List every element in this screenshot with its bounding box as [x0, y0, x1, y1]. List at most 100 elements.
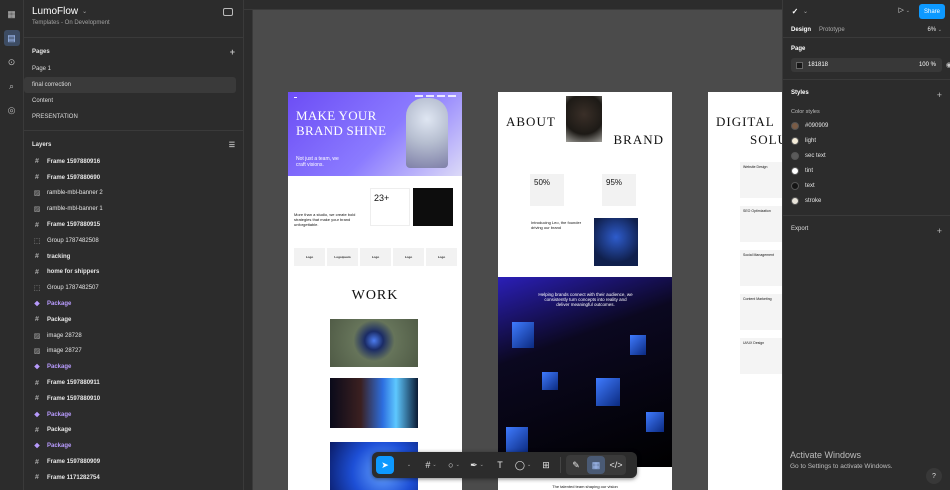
layer-row[interactable]: # Package	[24, 312, 243, 328]
frame-digital[interactable]: DIGITAL SOLU Website Design SEO Optimizat…	[708, 92, 782, 490]
plugins-icon[interactable]: ◎	[4, 102, 20, 118]
layer-row[interactable]: # Frame 1597880911	[24, 375, 243, 391]
layer-row[interactable]: ▨ ramble-mbl-banner 1	[24, 201, 243, 217]
zoom-level[interactable]: 6% ⌄	[927, 27, 942, 33]
add-export-icon[interactable]: +	[937, 226, 942, 236]
layer-row[interactable]: # home for shippers	[24, 265, 243, 281]
project-switcher[interactable]: LumoFlow ⌄	[32, 6, 235, 17]
tab-design[interactable]: Design	[791, 27, 811, 33]
team-tile	[506, 427, 528, 453]
layer-row[interactable]: ▨ image 28728	[24, 328, 243, 344]
about-title: ABOUT	[506, 114, 556, 129]
layer-row[interactable]: ❖ Package	[24, 407, 243, 423]
layer-row[interactable]: ▨Mask group	[24, 486, 243, 490]
layer-row[interactable]: # Package	[24, 423, 243, 439]
help-icon[interactable]: ?	[926, 468, 942, 484]
frame-about[interactable]: ABOUT BRAND 50% 95% Introducing Leo, the…	[498, 92, 672, 490]
page-color-hex: 181818	[808, 62, 829, 68]
watermark-subtitle: Go to Settings to activate Windows.	[790, 463, 893, 470]
layer-row[interactable]: # Frame 1597880916	[24, 154, 243, 170]
layer-row[interactable]: # tracking	[24, 249, 243, 265]
page-item[interactable]: PRESENTATION	[24, 109, 236, 125]
layer-row[interactable]: ❖ Package	[24, 438, 243, 454]
layer-row[interactable]: # Frame 1597880690	[24, 170, 243, 186]
pen-tool-icon[interactable]: ✒ ⌄	[468, 456, 486, 474]
page-item[interactable]: final correction	[24, 77, 236, 93]
shape-tool-icon[interactable]: ○ ⌄	[445, 456, 463, 474]
pages-header: Pages +	[24, 43, 243, 61]
stat-card: 23+	[370, 188, 410, 226]
layer-row[interactable]: ⬚ Group 1787482507	[24, 280, 243, 296]
color-style-item[interactable]: #090909	[783, 118, 950, 133]
draw-mode-icon[interactable]: ✎	[567, 456, 585, 474]
group-icon: ⬚	[33, 237, 41, 245]
frame-icon: #	[35, 268, 39, 276]
chevron-down-icon[interactable]: ⌄	[803, 8, 808, 15]
frame-tool-icon[interactable]: # ⌄	[422, 456, 440, 474]
page-color-swatch[interactable]	[796, 61, 803, 69]
layer-label: Frame 1597880916	[47, 158, 101, 165]
file-icon[interactable]: ▤	[3, 30, 20, 46]
pages-list: Page 1 final correction Content PRESENTATIO…	[24, 61, 243, 125]
stat-50: 50%	[530, 174, 564, 206]
divider	[24, 37, 243, 38]
component-icon: ❖	[33, 443, 41, 451]
move-tool-icon[interactable]: ➤	[376, 456, 394, 474]
figma-logo-icon[interactable]: ✓	[789, 5, 801, 17]
color-style-item[interactable]: text	[783, 178, 950, 193]
tab-prototype[interactable]: Prototype	[819, 27, 845, 33]
layer-row[interactable]: # Frame 1597880910	[24, 391, 243, 407]
layers-list-icon[interactable]: ☰	[229, 141, 235, 149]
share-button[interactable]: Share	[918, 4, 945, 19]
page-opacity: 100 %	[919, 62, 936, 68]
layer-row[interactable]: ▨ image 28727	[24, 344, 243, 360]
frame-icon: #	[35, 474, 39, 482]
divider	[783, 79, 950, 80]
text-tool-icon[interactable]: T	[491, 456, 509, 474]
hero-section: ▬ MAKE YOUR BRAND SHINE Not just a team,…	[288, 92, 462, 176]
component-icon: ❖	[33, 364, 41, 372]
add-page-icon[interactable]: +	[230, 47, 235, 57]
color-style-item[interactable]: light	[783, 133, 950, 148]
layer-row[interactable]: ▨ ramble-mbl-banner 2	[24, 186, 243, 202]
add-style-icon[interactable]: +	[937, 90, 942, 100]
comment-tool-icon[interactable]: ◯ ⌄	[514, 456, 532, 474]
page-item[interactable]: Page 1	[24, 61, 236, 77]
image-icon: ▨	[33, 206, 41, 214]
move-tool-dropdown[interactable]: ⌄	[399, 456, 417, 474]
dev-mode-icon[interactable]: </>	[607, 456, 625, 474]
project-subtitle: Templates - On Development	[32, 20, 110, 26]
color-style-item[interactable]: stroke	[783, 193, 950, 208]
layer-label: Frame 1597880909	[47, 459, 101, 466]
zoom-value: 6%	[927, 26, 937, 33]
present-icon[interactable]: ▷ ⌄	[898, 6, 910, 14]
frame-home[interactable]: ▬ MAKE YOUR BRAND SHINE Not just a team,…	[288, 92, 462, 490]
actions-icon[interactable]: ⊞	[537, 456, 555, 474]
visibility-eye-icon[interactable]: ◉	[946, 61, 950, 69]
layer-row[interactable]: ❖ Package	[24, 296, 243, 312]
sidebar-toggle-icon[interactable]	[223, 8, 233, 16]
design-mode-icon[interactable]: ▦	[587, 456, 605, 474]
search-icon[interactable]: ⌕	[4, 78, 20, 94]
layer-label: Frame 1597880690	[47, 174, 101, 181]
image-icon: ▨	[33, 190, 41, 198]
layer-label: Group 1787482508	[47, 237, 99, 244]
color-style-item[interactable]: sec text	[783, 148, 950, 163]
layer-row[interactable]: ❖ Package	[24, 359, 243, 375]
layer-row[interactable]: # Frame 1171282754	[24, 470, 243, 486]
work-title: WORK	[351, 288, 399, 303]
client-logos: Logo Logoipsum Logo Logo Logo	[294, 248, 457, 266]
layer-row[interactable]: # Frame 1597880909	[24, 454, 243, 470]
page-item[interactable]: Content	[24, 93, 236, 109]
page-section-header: Page	[783, 38, 950, 56]
layer-row[interactable]: # Frame 1597880915	[24, 217, 243, 233]
figma-menu-icon[interactable]: ▦	[4, 6, 20, 22]
layer-row[interactable]: ⬚ Group 1787482508	[24, 233, 243, 249]
color-style-item[interactable]: tint	[783, 163, 950, 178]
assets-icon[interactable]: ⊙	[4, 54, 20, 70]
frame-icon: #	[35, 158, 39, 166]
service-card: Website Design	[740, 162, 782, 198]
hero-image	[406, 98, 448, 168]
page-color-field[interactable]: 181818 100 % ◉	[791, 58, 950, 72]
canvas[interactable]: ▬ MAKE YOUR BRAND SHINE Not just a team,…	[244, 0, 782, 490]
